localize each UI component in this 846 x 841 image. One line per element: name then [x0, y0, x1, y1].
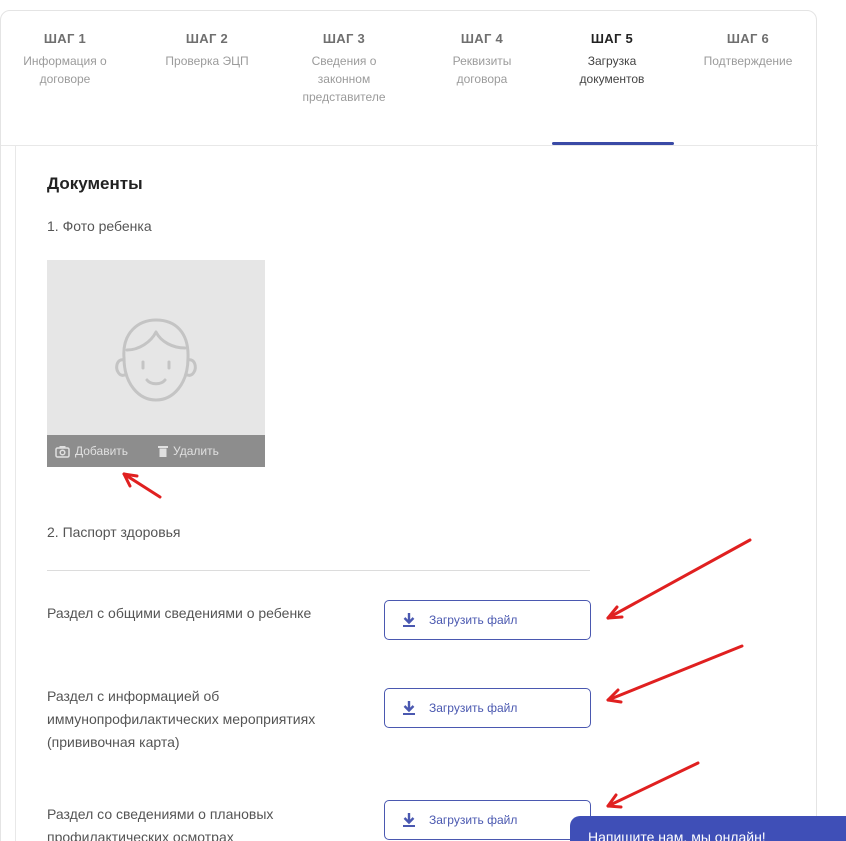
download-icon [403, 813, 415, 827]
download-icon [403, 613, 415, 627]
step-number: ШАГ 3 [322, 31, 366, 46]
upload-checkups-button[interactable]: Загрузить файл [384, 800, 591, 840]
content-border [15, 145, 16, 841]
upload-button-label: Загрузить файл [429, 701, 518, 715]
page: ШАГ 1 Информация о договоре ШАГ 2 Провер… [0, 0, 846, 841]
delete-photo-button[interactable]: Удалить [158, 444, 219, 458]
upload-general-info-button[interactable]: Загрузить файл [384, 600, 591, 640]
chat-widget[interactable]: Напишите нам, мы онлайн! [570, 816, 846, 841]
step-label: Загрузка документов [579, 54, 645, 86]
passport-heading: 2. Паспорт здоровья [47, 524, 181, 540]
step-number: ШАГ 6 [726, 31, 770, 46]
upload-button-label: Загрузить файл [429, 613, 518, 627]
child-face-icon [115, 318, 197, 402]
step-number: ШАГ 1 [43, 31, 87, 46]
step-6[interactable]: ШАГ 6 Подтверждение [683, 31, 813, 70]
step-3[interactable]: ШАГ 3 Сведения о законном представителе [279, 31, 409, 106]
step-2[interactable]: ШАГ 2 Проверка ЭЦП [142, 31, 272, 70]
step-label: Информация о договоре [23, 54, 107, 86]
section-general-info: Раздел с общими сведениями о ребенке [47, 605, 312, 621]
upload-immunization-button[interactable]: Загрузить файл [384, 688, 591, 728]
section-immunization: Раздел с информацией об иммунопрофилакти… [47, 688, 316, 750]
download-icon [403, 701, 415, 715]
step-1[interactable]: ШАГ 1 Информация о договоре [0, 31, 130, 88]
child-photo-placeholder: Добавить Удалить [47, 260, 265, 467]
step-label: Подтверждение [703, 54, 793, 68]
add-photo-label: Добавить [75, 444, 129, 458]
stepper: ШАГ 1 Информация о договоре ШАГ 2 Провер… [1, 11, 818, 146]
photo-heading: 1. Фото ребенка [47, 218, 152, 234]
step-number: ШАГ 5 [590, 31, 634, 46]
trash-icon [158, 446, 169, 457]
step-label: Сведения о законном представителе [302, 54, 386, 104]
camera-icon [55, 445, 70, 458]
step-label: Реквизиты договора [452, 54, 512, 86]
add-photo-button[interactable]: Добавить [55, 444, 128, 458]
documents-title: Документы [47, 174, 143, 193]
step-number: ШАГ 2 [185, 31, 229, 46]
delete-photo-label: Удалить [173, 444, 219, 458]
photo-actions-bar: Добавить Удалить [47, 435, 265, 467]
section-checkups: Раздел со сведениями о плановых профилак… [47, 806, 274, 841]
active-step-indicator [552, 142, 674, 145]
step-5[interactable]: ШАГ 5 Загрузка документов [547, 31, 677, 88]
step-label: Проверка ЭЦП [165, 54, 249, 68]
step-4[interactable]: ШАГ 4 Реквизиты договора [417, 31, 547, 88]
step-number: ШАГ 4 [460, 31, 504, 46]
upload-button-label: Загрузить файл [429, 813, 518, 827]
section-divider [47, 570, 590, 571]
